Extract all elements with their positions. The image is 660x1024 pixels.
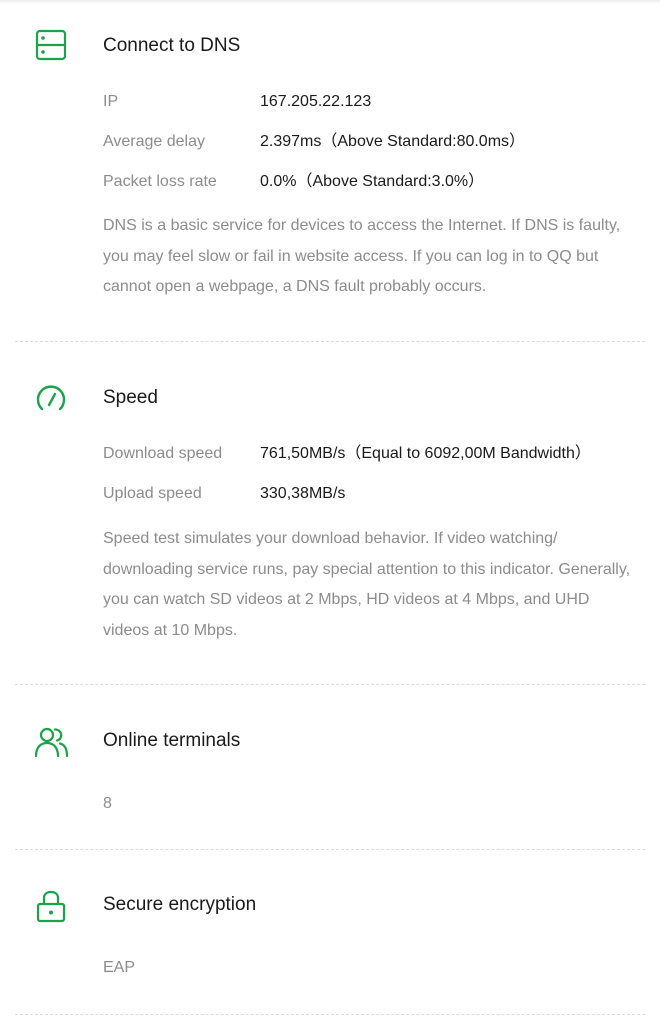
dns-row-average-delay: Average delay 2.397ms（Above Standard:80.… bbox=[103, 131, 643, 155]
server-icon bbox=[34, 28, 68, 62]
average-delay-label: Average delay bbox=[103, 133, 205, 150]
upload-speed-label: Upload speed bbox=[103, 485, 202, 502]
packet-loss-value: 0.0%（Above Standard:3.0%） bbox=[260, 173, 485, 190]
dns-row-ip: IP 167.205.22.123 bbox=[103, 91, 643, 115]
packet-loss-label: Packet loss rate bbox=[103, 173, 217, 190]
encryption-type: EAP bbox=[103, 959, 136, 976]
speed-row-download: Download speed 761,50MB/s（Equal to 6092,… bbox=[103, 443, 643, 467]
users-icon bbox=[34, 725, 69, 759]
dns-section: Connect to DNS IP 167.205.22.123 Average… bbox=[0, 26, 660, 326]
download-speed-value: 761,50MB/s（Equal to 6092,00M Bandwidth） bbox=[260, 445, 591, 462]
encryption-header: Secure encryption bbox=[0, 885, 660, 925]
speed-title: Speed bbox=[103, 387, 158, 408]
average-delay-value: 2.397ms（Above Standard:80.0ms） bbox=[260, 133, 526, 150]
download-speed-label: Download speed bbox=[103, 445, 223, 462]
ip-label: IP bbox=[103, 93, 119, 110]
divider bbox=[15, 684, 645, 685]
dns-header: Connect to DNS bbox=[0, 26, 660, 66]
top-shadow bbox=[0, 0, 660, 4]
speed-header: Speed bbox=[0, 378, 660, 418]
speed-description: Speed test simulates your download behav… bbox=[103, 530, 631, 639]
dns-description: DNS is a basic service for devices to ac… bbox=[103, 217, 621, 295]
terminals-title: Online terminals bbox=[103, 730, 241, 751]
upload-speed-value: 330,38MB/s bbox=[260, 485, 346, 502]
speed-section: Speed Download speed 761,50MB/s（Equal to… bbox=[0, 378, 660, 668]
terminals-section: Online terminals 8 bbox=[0, 721, 660, 831]
encryption-section: Secure encryption EAP bbox=[0, 885, 660, 995]
lock-icon bbox=[34, 889, 68, 923]
encryption-title: Secure encryption bbox=[103, 894, 257, 915]
divider bbox=[15, 849, 645, 850]
divider bbox=[15, 1014, 645, 1015]
terminals-header: Online terminals bbox=[0, 721, 660, 761]
speedometer-icon bbox=[34, 382, 68, 416]
ip-value: 167.205.22.123 bbox=[260, 93, 372, 110]
dns-row-packet-loss: Packet loss rate 0.0%（Above Standard:3.0… bbox=[103, 171, 643, 195]
divider bbox=[15, 341, 645, 342]
dns-title: Connect to DNS bbox=[103, 35, 241, 56]
terminals-count: 8 bbox=[103, 795, 112, 812]
speed-row-upload: Upload speed 330,38MB/s bbox=[103, 483, 643, 507]
